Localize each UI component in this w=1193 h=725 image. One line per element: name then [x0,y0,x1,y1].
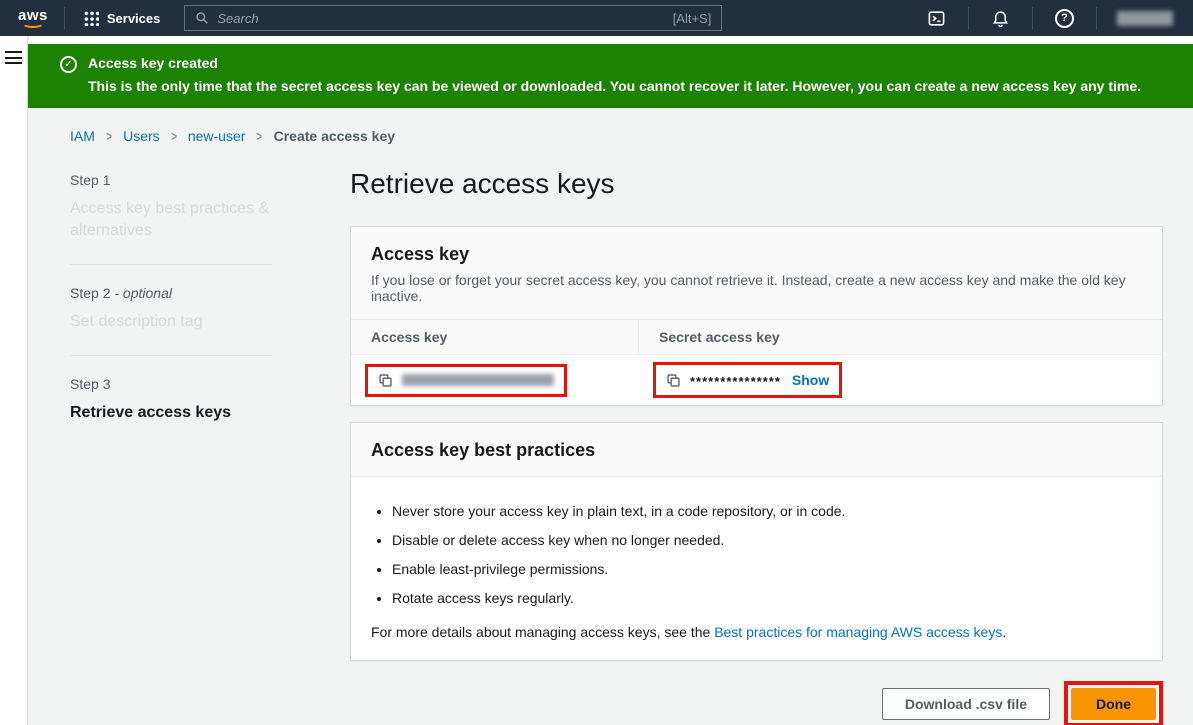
services-menu[interactable]: Services [75,10,169,26]
step-1-label: Step 1 [70,172,110,188]
column-header-access-key: Access key [351,320,639,354]
step-2-title: Set description tag [70,311,285,333]
nav-divider [968,7,969,29]
copy-access-key-icon[interactable] [378,373,393,388]
success-banner: ✓ Access key created This is the only ti… [28,44,1193,108]
show-secret-key-link[interactable]: Show [792,372,829,388]
wizard-step-1: Step 1 Access key best practices & alter… [70,172,310,242]
global-search[interactable]: [Alt+S] [184,5,722,31]
best-practices-link[interactable]: Best practices for managing AWS access k… [714,624,1002,640]
wizard-steps-nav: Step 1 Access key best practices & alter… [70,162,310,725]
step-1-title: Access key best practices & alternatives [70,198,285,242]
step-2-label: Step 2 [70,285,114,301]
step-3-label: Step 3 [70,376,110,392]
wizard-step-2: Step 2 - optional Set description tag [70,285,310,333]
help-icon[interactable]: ? [1043,9,1086,28]
wizard-actions: Download .csv file Done [350,681,1163,725]
services-grid-icon [83,10,99,26]
hamburger-menu-icon[interactable] [5,51,22,64]
step-2-optional-label: - optional [114,285,172,301]
done-button[interactable]: Done [1071,688,1156,720]
download-csv-button[interactable]: Download .csv file [882,688,1050,720]
chevron-right-icon: > [171,128,177,144]
best-practice-item: Disable or delete access key when no lon… [392,532,1142,548]
chevron-right-icon: > [106,128,112,144]
top-navbar: aws Services [Alt+S] ? [0,0,1193,36]
access-key-card-title: Access key [371,244,1142,265]
aws-logo[interactable]: aws [12,9,54,28]
page-title: Retrieve access keys [350,168,1163,200]
access-key-card: Access key If you lose or forget your se… [350,226,1163,406]
access-key-value-annotation [365,364,567,397]
step-3-title: Retrieve access keys [70,402,285,424]
access-key-card-description: If you lose or forget your secret access… [371,272,1142,304]
best-practices-footer: For more details about managing access k… [371,624,1142,640]
done-button-annotation: Done [1064,681,1163,725]
step-divider [70,355,272,356]
cloudshell-button[interactable] [915,9,958,28]
step-divider [70,264,272,265]
best-practices-card: Access key best practices Never store yo… [350,422,1163,661]
banner-title: Access key created [88,55,1141,71]
copy-secret-key-icon[interactable] [666,373,681,388]
services-label: Services [107,11,161,26]
banner-message: This is the only time that the secret ac… [88,78,1141,94]
account-menu-redacted[interactable] [1117,11,1173,26]
secret-key-value-annotation: *************** Show [653,362,842,398]
success-check-icon: ✓ [60,56,77,73]
best-practices-list: Never store your access key in plain tex… [392,503,1142,606]
breadcrumb-new-user[interactable]: new-user [188,128,246,144]
breadcrumb-iam[interactable]: IAM [70,128,95,144]
chevron-right-icon: > [257,128,263,144]
secret-key-masked-value: *************** [690,371,781,389]
side-nav-rail [0,36,28,725]
column-header-secret-access-key: Secret access key [639,320,800,354]
nav-divider [64,7,65,29]
aws-smile-icon [22,19,44,28]
wizard-step-3-active: Step 3 Retrieve access keys [70,376,310,424]
nav-divider [1096,7,1097,29]
best-practice-item: Enable least-privilege permissions. [392,561,1142,577]
breadcrumb-users[interactable]: Users [123,128,160,144]
nav-divider [1032,7,1033,29]
key-values-row: *************** Show [351,355,1162,405]
best-practice-item: Never store your access key in plain tex… [392,503,1142,519]
breadcrumb-current: Create access key [274,128,395,144]
search-shortcut-hint: [Alt+S] [673,11,712,26]
best-practice-item: Rotate access keys regularly. [392,590,1142,606]
access-key-value-redacted [402,374,554,386]
best-practices-card-title: Access key best practices [371,440,1142,461]
breadcrumb: IAM > Users > new-user > Create access k… [70,128,1163,144]
search-input[interactable] [217,11,664,26]
notifications-bell-icon[interactable] [979,9,1022,28]
search-icon [195,11,209,25]
